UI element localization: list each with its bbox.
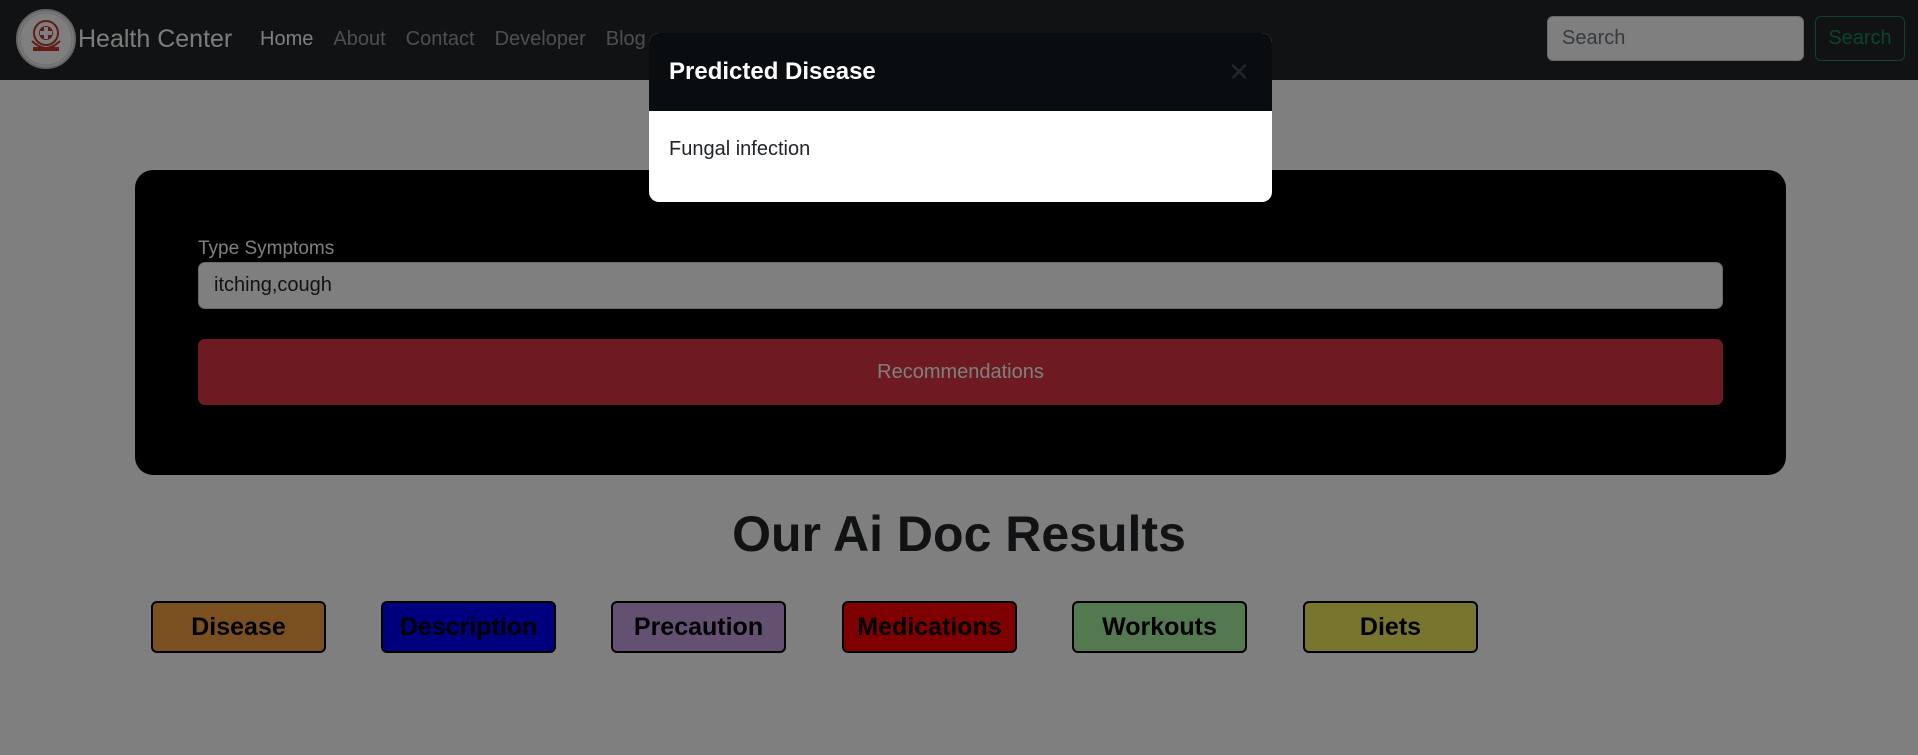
modal-title: Predicted Disease xyxy=(669,58,876,85)
predicted-disease-text: Fungal infection xyxy=(669,138,811,160)
predicted-disease-modal: Predicted Disease ✕ Fungal infection xyxy=(649,33,1272,202)
page: Health Center Home About Contact Develop… xyxy=(0,0,1918,755)
modal-header: Predicted Disease ✕ xyxy=(649,33,1272,111)
close-icon[interactable]: ✕ xyxy=(1224,57,1254,87)
